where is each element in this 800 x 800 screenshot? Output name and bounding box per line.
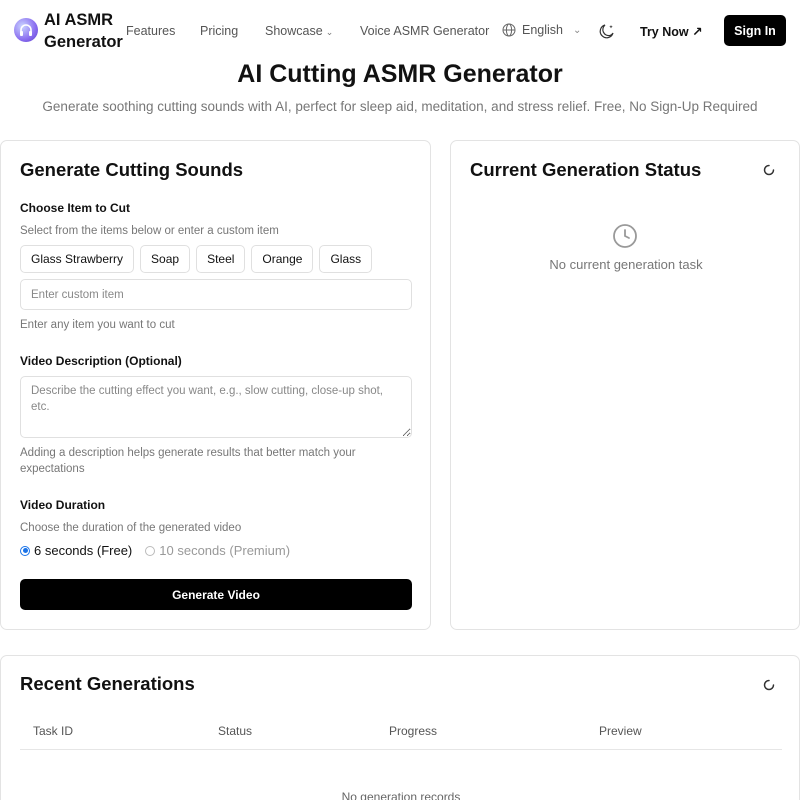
nav-features[interactable]: Features <box>126 24 175 38</box>
description-textarea[interactable] <box>20 376 412 438</box>
nav-voice-asmr[interactable]: Voice ASMR Generator <box>360 24 489 38</box>
chevron-down-icon: ⌄ <box>573 24 582 36</box>
custom-item-hint: Enter any item you want to cut <box>20 319 175 331</box>
status-panel: Current Generation Status No current gen… <box>450 140 800 630</box>
language-label: English <box>522 23 563 37</box>
status-empty-text: No current generation task <box>549 257 703 272</box>
column-header-status: Status <box>218 724 253 738</box>
column-header-progress: Progress <box>389 724 438 738</box>
item-hint: Select from the items below or enter a c… <box>20 225 279 237</box>
generate-title: Generate Cutting Sounds <box>20 159 244 180</box>
duration-option-6s[interactable]: 6 seconds (Free) <box>20 543 132 558</box>
nav-showcase[interactable]: Showcase ⌄ <box>265 24 333 38</box>
globe-icon <box>502 23 516 37</box>
top-nav: AI ASMR Generator Features Pricing Showc… <box>0 0 800 62</box>
status-title: Current Generation Status <box>470 159 702 180</box>
refresh-icon[interactable] <box>762 678 776 692</box>
nav-showcase-label: Showcase <box>265 24 323 38</box>
duration-radio-group: 6 seconds (Free) 10 seconds (Premium) <box>20 543 290 558</box>
generate-panel: Generate Cutting Sounds Choose Item to C… <box>0 140 431 630</box>
description-label: Video Description (Optional) <box>20 354 182 368</box>
item-chip[interactable]: Glass Strawberry <box>20 245 135 273</box>
page-subtitle: Generate soothing cutting sounds with AI… <box>42 99 758 114</box>
duration-hint: Choose the duration of the generated vid… <box>20 522 242 534</box>
recent-title: Recent Generations <box>20 673 195 694</box>
item-chips: Glass Strawberry Soap Steel Orange Glass <box>20 245 373 273</box>
duration-option-10s[interactable]: 10 seconds (Premium) <box>145 543 290 558</box>
no-records-text: No generation records <box>341 790 461 800</box>
logo-headphones-icon[interactable] <box>14 18 38 42</box>
table-header: Task ID Status Progress Preview <box>20 722 782 750</box>
item-chip[interactable]: Steel <box>196 245 246 273</box>
sign-in-button[interactable]: Sign In <box>724 15 786 46</box>
theme-toggle-moon-icon[interactable] <box>598 22 616 40</box>
radio-unchecked-icon[interactable] <box>145 545 156 556</box>
item-label: Choose Item to Cut <box>20 201 130 215</box>
nav-pricing[interactable]: Pricing <box>200 24 238 38</box>
column-header-task-id: Task ID <box>33 724 74 738</box>
duration-option-label: 6 seconds (Free) <box>34 543 133 558</box>
chevron-down-icon: ⌄ <box>325 27 334 37</box>
generate-video-button[interactable]: Generate Video <box>20 579 412 610</box>
duration-label: Video Duration <box>20 498 106 512</box>
recent-generations-panel: Recent Generations Task ID Status Progre… <box>0 655 800 800</box>
try-now-link[interactable]: Try Now ↗ <box>640 24 703 39</box>
item-chip[interactable]: Glass <box>319 245 373 273</box>
item-chip[interactable]: Orange <box>251 245 314 273</box>
custom-item-input[interactable] <box>20 279 412 310</box>
brand-name[interactable]: AI ASMR Generator <box>44 9 134 53</box>
radio-checked-icon[interactable] <box>20 545 30 556</box>
description-hint: Adding a description helps generate resu… <box>20 447 356 475</box>
duration-option-label: 10 seconds (Premium) <box>159 543 291 558</box>
item-chip[interactable]: Soap <box>140 245 191 273</box>
refresh-icon[interactable] <box>762 163 776 177</box>
page-title: AI Cutting ASMR Generator <box>237 60 563 88</box>
language-selector[interactable]: English ⌄ <box>502 23 581 37</box>
column-header-preview: Preview <box>599 724 642 738</box>
clock-icon <box>613 224 637 248</box>
